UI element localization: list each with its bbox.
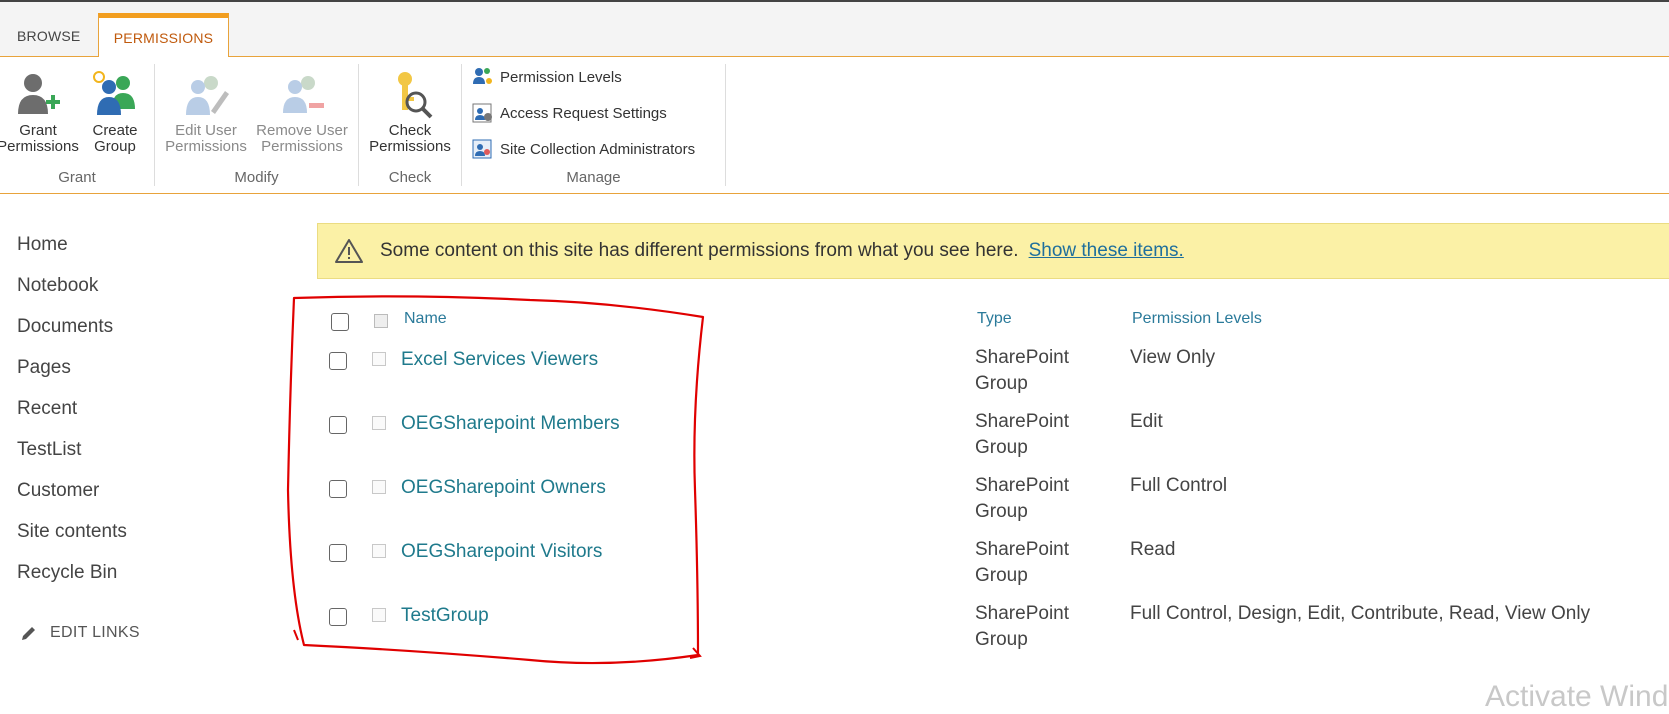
- type-line-2: Group: [975, 373, 1028, 394]
- check-permissions-label-2: Permissions: [369, 138, 451, 155]
- tab-permissions[interactable]: PERMISSIONS: [98, 13, 229, 58]
- create-group-label-2: Group: [94, 138, 136, 155]
- show-these-items-link[interactable]: Show these items.: [1029, 240, 1184, 262]
- site-collection-administrators-icon: [472, 139, 492, 159]
- pencil-icon: [22, 627, 35, 640]
- edit-links-label: EDIT LINKS: [50, 624, 140, 641]
- type-line-1: SharePoint: [975, 475, 1070, 496]
- banner-text: Some content on this site has different …: [380, 240, 1019, 261]
- site-collection-administrators-label: Site Collection Administrators: [500, 140, 696, 158]
- create-group-label-1: Create: [92, 122, 138, 139]
- ribbon-group-check-label: Check: [388, 169, 432, 186]
- ribbon-group-check: Check Permissions Check: [359, 64, 462, 186]
- group-type: SharePoint Group: [975, 601, 1069, 653]
- nav-item-recycle-bin[interactable]: Recycle Bin: [17, 560, 127, 601]
- ribbon-group-modify: Edit User Permissions Remove User Permis…: [155, 64, 359, 186]
- permission-levels-value: Full Control: [1130, 475, 1228, 496]
- create-group-icon: [93, 71, 135, 115]
- access-request-settings-label: Access Request Settings: [500, 104, 667, 122]
- grant-permissions-label-2: Permissions: [0, 138, 79, 155]
- nav-item-pages[interactable]: Pages: [17, 355, 127, 396]
- ribbon-tab-bar: BROWSE PERMISSIONS: [0, 2, 1669, 58]
- site-collection-administrators-button[interactable]: Site Collection Administrators: [472, 138, 695, 160]
- type-line-2: Group: [975, 629, 1028, 650]
- permission-levels-label: Permission Levels: [500, 68, 622, 86]
- ribbon-group-manage-label: Manage: [566, 169, 621, 186]
- edit-user-permissions-icon: [186, 76, 229, 115]
- activate-windows-watermark: Activate Wind: [1485, 680, 1669, 713]
- type-line-1: SharePoint: [975, 539, 1070, 560]
- permission-levels-value: Edit: [1130, 411, 1163, 432]
- nav-item-site-contents[interactable]: Site contents: [17, 519, 127, 560]
- column-header-permission-levels[interactable]: Permission Levels: [1132, 310, 1262, 328]
- permission-levels-button[interactable]: Permission Levels: [472, 66, 622, 88]
- check-permissions-label-1: Check: [388, 122, 432, 139]
- permission-levels-value: Read: [1130, 539, 1176, 560]
- ribbon-group-manage: Permission Levels Access Request Setting…: [462, 64, 726, 186]
- edit-links-button[interactable]: EDIT LINKS: [20, 624, 140, 642]
- grant-permissions-button[interactable]: Grant Permissions: [0, 64, 80, 155]
- permissions-warning-banner: Some content on this site has different …: [317, 223, 1669, 279]
- red-annotation-outline: [286, 295, 705, 665]
- warning-icon: [335, 239, 363, 263]
- type-line-2: Group: [975, 565, 1028, 586]
- type-line-2: Group: [975, 501, 1028, 522]
- column-header-type[interactable]: Type: [977, 310, 1012, 328]
- nav-item-notebook[interactable]: Notebook: [17, 273, 127, 314]
- ribbon-group-grant: Grant Permissions Create Group Grant: [0, 64, 155, 186]
- group-type: SharePoint Group: [975, 537, 1069, 589]
- ribbon-group-grant-label: Grant: [58, 169, 96, 186]
- remove-user-label-1: Remove User: [256, 122, 348, 139]
- edit-user-label-2: Permissions: [165, 138, 247, 155]
- quick-launch-nav: Home Notebook Documents Pages Recent Tes…: [17, 232, 127, 601]
- check-permissions-icon: [398, 72, 433, 119]
- nav-item-testlist[interactable]: TestList: [17, 437, 127, 478]
- grant-permissions-icon: [18, 74, 60, 114]
- grant-permissions-label-1: Grant: [19, 122, 57, 139]
- group-type: SharePoint Group: [975, 409, 1069, 461]
- permission-levels-value: Full Control, Design, Edit, Contribute, …: [1130, 603, 1591, 624]
- nav-item-customer[interactable]: Customer: [17, 478, 127, 519]
- nav-item-home[interactable]: Home: [17, 232, 127, 273]
- permission-levels-icon: [473, 68, 492, 84]
- nav-item-documents[interactable]: Documents: [17, 314, 127, 355]
- tab-browse[interactable]: BROWSE: [17, 28, 80, 44]
- access-request-settings-button[interactable]: Access Request Settings: [472, 102, 667, 124]
- group-type: SharePoint Group: [975, 473, 1069, 525]
- nav-item-recent[interactable]: Recent: [17, 396, 127, 437]
- check-permissions-button[interactable]: Check Permissions: [365, 64, 455, 155]
- access-request-settings-icon: [472, 103, 492, 123]
- edit-user-permissions-button[interactable]: Edit User Permissions: [163, 64, 249, 155]
- type-line-2: Group: [975, 437, 1028, 458]
- ribbon-group-modify-label: Modify: [234, 169, 279, 186]
- group-type: SharePoint Group: [975, 345, 1069, 397]
- ribbon: Grant Permissions Create Group Grant Edi…: [0, 57, 1669, 194]
- type-line-1: SharePoint: [975, 347, 1070, 368]
- type-line-1: SharePoint: [975, 411, 1070, 432]
- edit-user-label-1: Edit User: [175, 122, 237, 139]
- create-group-button[interactable]: Create Group: [86, 64, 144, 155]
- remove-user-label-2: Permissions: [261, 138, 343, 155]
- type-line-1: SharePoint: [975, 603, 1070, 624]
- remove-user-permissions-button[interactable]: Remove User Permissions: [253, 64, 351, 155]
- permission-levels-value: View Only: [1130, 347, 1216, 368]
- remove-user-permissions-icon: [283, 76, 324, 113]
